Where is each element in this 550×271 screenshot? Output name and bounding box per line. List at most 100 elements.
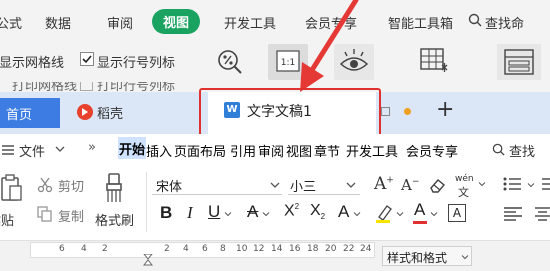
italic-button[interactable]: I <box>187 203 193 223</box>
menu-view[interactable]: 视图 <box>286 141 312 160</box>
menu-references[interactable]: 引用 <box>230 141 256 160</box>
font-name-select[interactable]: 宋体 <box>152 175 282 195</box>
menu-tab-review[interactable]: 审阅 <box>107 13 133 32</box>
annotation-arrow <box>300 0 359 92</box>
underline-button[interactable]: U <box>208 202 220 222</box>
numbering-icon[interactable] <box>540 176 550 192</box>
underline-chevron-icon[interactable] <box>224 211 232 217</box>
ruler-number: 16 <box>289 244 301 254</box>
highlight-marker-icon[interactable] <box>374 203 394 223</box>
font-color-bar <box>413 221 427 224</box>
font-shrink-icon[interactable]: A− <box>401 176 419 194</box>
ruler[interactable]: 6 4 2 2 4 6 8 10 12 14 16 18 20 22 24 <box>30 242 375 258</box>
highlight-chevron-icon[interactable] <box>396 211 404 217</box>
partial-checkbox <box>80 82 93 91</box>
menu-review[interactable]: 审阅 <box>258 141 284 160</box>
menu-devtools[interactable]: 开发工具 <box>346 141 398 160</box>
font-size-select[interactable]: 小三 <box>288 175 360 195</box>
indent-marker-icon[interactable] <box>143 254 153 266</box>
daoke-icon <box>77 104 93 120</box>
font-name-value: 宋体 <box>156 180 183 195</box>
strikethrough-button[interactable]: A <box>247 202 258 222</box>
menu-layout[interactable]: 页面布局 <box>174 141 226 160</box>
partial-option-text2: 打印行号列标 <box>97 82 176 92</box>
text-effect-chevron-icon[interactable] <box>353 211 361 217</box>
ruler-number: 12 <box>253 244 265 254</box>
clear-format-icon[interactable] <box>428 176 448 194</box>
tab-home-label: 首页 <box>6 108 33 123</box>
file-menu-chevron-icon[interactable] <box>55 145 65 153</box>
ruler-number: 22 <box>343 244 355 254</box>
tab-home[interactable]: 首页 <box>0 98 60 128</box>
menu-tab-devtools[interactable]: 开发工具 <box>224 13 276 32</box>
rowcol-checkbox[interactable] <box>80 52 94 66</box>
styles-and-formatting-button[interactable]: 样式和格式 <box>382 246 472 266</box>
reading-mode-icon[interactable] <box>497 44 541 80</box>
paste-label[interactable]: 粘贴 <box>0 210 14 229</box>
menu-tab-smart-tools[interactable]: 智能工具箱 <box>388 13 453 32</box>
ruler-number: 6 <box>59 244 65 254</box>
toolbar-separator <box>146 172 147 232</box>
ruler-number: 2 <box>102 244 108 254</box>
rowcol-headers-option[interactable]: 显示行号列标 <box>97 52 175 71</box>
phonetic-chevron-icon[interactable] <box>478 181 486 187</box>
bullets-icon[interactable] <box>503 176 523 192</box>
freeze-panes-icon[interactable] <box>418 46 450 76</box>
tab-close-icon[interactable] <box>381 107 390 116</box>
more-menus-icon[interactable]: » <box>88 140 96 155</box>
subscript-button[interactable]: X2 <box>310 202 325 221</box>
bullets-chevron-icon[interactable] <box>527 182 535 188</box>
ruler-number: 10 <box>236 244 248 254</box>
font-size-value: 小三 <box>290 180 317 195</box>
superscript-button[interactable]: X2 <box>284 202 299 220</box>
format-painter-icon[interactable] <box>104 172 126 204</box>
search-icon[interactable] <box>468 13 482 27</box>
doc-menu-bar: 文件 » 开始 插入 页面布局 引用 审阅 视图 章节 开发工具 会员专享 查找 <box>0 134 550 166</box>
ruler-number: 24 <box>360 244 372 254</box>
hamburger-icon[interactable] <box>2 144 14 156</box>
strike-chevron-icon[interactable] <box>262 211 270 217</box>
phonetic-guide-icon[interactable]: wén 文 <box>455 174 477 199</box>
font-color-button[interactable]: A <box>414 200 425 220</box>
text-effect-button[interactable]: A <box>338 202 349 222</box>
ruler-number: 4 <box>81 244 87 254</box>
ruler-number: 6 <box>202 244 208 254</box>
bold-button[interactable]: B <box>160 203 172 223</box>
partial-option-row: 打印网格线 打印行号列标 <box>0 82 200 92</box>
menu-tab-formula[interactable]: 公式 <box>0 13 22 32</box>
cut-label[interactable]: 剪切 <box>58 176 84 195</box>
ruler-number: 20 <box>325 244 337 254</box>
phonetic-char: 文 <box>458 186 469 199</box>
ruler-number: 18 <box>307 244 319 254</box>
copy-icon[interactable] <box>37 206 53 222</box>
gridlines-option[interactable]: 显示网格线 <box>0 52 64 71</box>
tab-daoke-label[interactable]: 稻壳 <box>97 103 123 122</box>
font-color-chevron-icon[interactable] <box>430 211 438 217</box>
file-menu[interactable]: 文件 <box>19 141 45 160</box>
paste-icon[interactable] <box>0 174 22 204</box>
char-border-button[interactable]: A <box>448 204 466 222</box>
new-tab-button[interactable]: + <box>436 97 454 122</box>
ruler-number: 2 <box>164 244 170 254</box>
menu-tab-view-active[interactable]: 视图 <box>152 9 201 34</box>
format-painter-label[interactable]: 格式刷 <box>95 210 134 229</box>
scissors-icon[interactable] <box>37 177 53 193</box>
menu-chapter[interactable]: 章节 <box>314 141 340 160</box>
highlight-red-box <box>199 88 381 137</box>
styles-button-label: 样式和格式 <box>387 251 448 265</box>
top-search-label[interactable]: 查找命 <box>485 13 524 32</box>
menu-insert[interactable]: 插入 <box>146 141 172 160</box>
align-left-icon[interactable] <box>503 206 523 222</box>
menu-start[interactable]: 开始 <box>118 137 147 159</box>
unsaved-dot <box>404 108 411 115</box>
doc-search-icon[interactable] <box>492 143 505 156</box>
zoom-percent-icon[interactable] <box>215 47 245 77</box>
doc-search-label[interactable]: 查找 <box>509 141 535 160</box>
menu-member[interactable]: 会员专享 <box>406 141 470 160</box>
copy-label[interactable]: 复制 <box>58 206 84 225</box>
phonetic-label: wén <box>455 174 474 184</box>
align-center-icon[interactable] <box>534 206 550 222</box>
font-size-chevron-icon <box>346 181 356 189</box>
font-grow-icon[interactable]: A+ <box>374 174 394 194</box>
menu-tab-data[interactable]: 数据 <box>45 13 71 32</box>
